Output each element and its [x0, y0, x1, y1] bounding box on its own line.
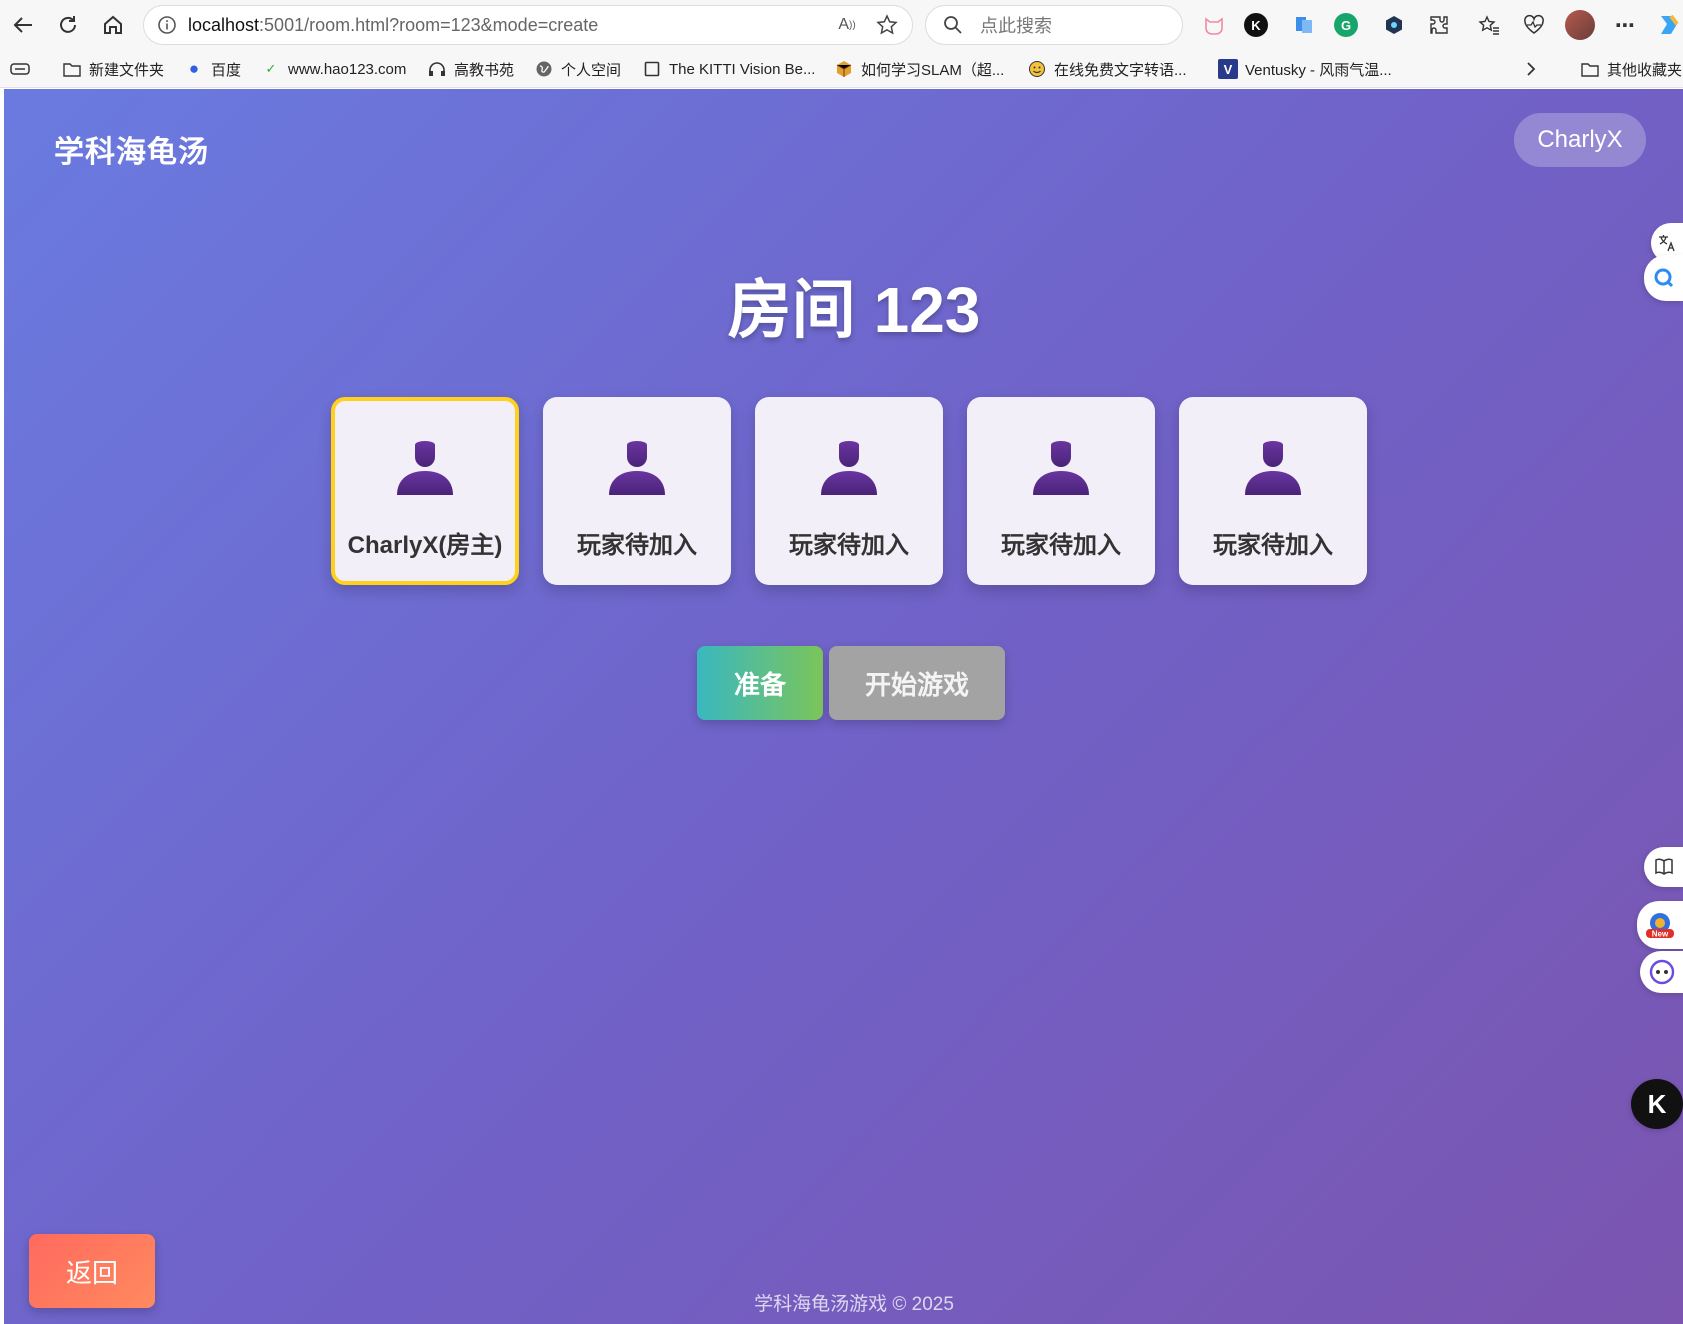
- kimi-float-icon[interactable]: K: [1631, 1079, 1683, 1129]
- box-icon: [834, 59, 854, 79]
- emoji-icon: [1027, 59, 1047, 79]
- headphones-icon: [427, 59, 447, 79]
- bookmarks-bar: 新建文件夹 ● 百度 ✓ www.hao123.com 高教书苑 个人空间 Th…: [0, 50, 1683, 88]
- room-page: 学科海龟汤 CharlyX 房间 123 CharlyX(房主) 玩家待加入 玩家…: [4, 89, 1683, 1324]
- bookmark-label: The KITTI Vision Be...: [669, 60, 816, 78]
- player-avatar-icon: [397, 441, 453, 495]
- back-arrow-icon[interactable]: [4, 6, 42, 44]
- translate-extension-icon[interactable]: [1289, 10, 1319, 40]
- search-assistant-float-icon[interactable]: [1644, 255, 1683, 301]
- globe-icon: [534, 59, 554, 79]
- player-avatar-icon: [609, 441, 665, 495]
- room-label: 房间: [727, 274, 856, 346]
- home-icon[interactable]: [94, 6, 132, 44]
- baidu-icon: ●: [188, 59, 200, 78]
- player-slot-host: CharlyX(房主): [331, 397, 519, 585]
- more-menu-icon[interactable]: ⋯: [1610, 10, 1640, 40]
- player-slot-empty: 玩家待加入: [755, 397, 943, 585]
- footer-copyright: 学科海龟汤游戏 © 2025: [754, 1294, 954, 1315]
- bookmark-label: 如何学习SLAM（超...: [861, 61, 1005, 79]
- bookmark-label: 其他收藏夹: [1607, 61, 1683, 79]
- bookmark-item[interactable]: 新建文件夹: [62, 58, 164, 80]
- address-bar[interactable]: localhost:5001/room.html?room=123&mode=c…: [143, 5, 913, 45]
- url-text[interactable]: localhost:5001/room.html?room=123&mode=c…: [188, 15, 832, 36]
- profile-avatar[interactable]: [1565, 10, 1595, 40]
- brand-logo[interactable]: 学科海龟汤: [54, 127, 209, 171]
- read-aloud-icon[interactable]: A)): [832, 10, 862, 40]
- ready-button[interactable]: 准备: [697, 646, 823, 720]
- player-name: 玩家待加入: [1213, 532, 1333, 559]
- bookmark-item[interactable]: V Ventusky - 风雨气温...: [1218, 58, 1392, 80]
- bookmark-label: 百度: [211, 61, 242, 79]
- player-slot-empty: 玩家待加入: [1179, 397, 1367, 585]
- search-box[interactable]: 点此搜索: [925, 5, 1183, 45]
- new-feature-float-icon[interactable]: New: [1637, 901, 1683, 949]
- bookmark-label: 新建文件夹: [89, 61, 165, 79]
- bookmark-label: 个人空间: [561, 61, 622, 79]
- player-slot-empty: 玩家待加入: [967, 397, 1155, 585]
- player-name: 玩家待加入: [789, 532, 909, 559]
- site-info-icon[interactable]: [156, 14, 178, 36]
- extensions-puzzle-icon[interactable]: [1424, 10, 1454, 40]
- assistant-face-float-icon[interactable]: [1640, 951, 1683, 993]
- bookmark-item[interactable]: 如何学习SLAM（超...: [834, 58, 1004, 80]
- grammarly-extension-icon[interactable]: G: [1334, 13, 1358, 37]
- folder-icon: [62, 59, 82, 79]
- reload-icon[interactable]: [49, 6, 87, 44]
- bookmark-item[interactable]: ● 百度: [184, 58, 241, 80]
- bookmark-item[interactable]: 在线免费文字转语...: [1027, 58, 1187, 80]
- player-name: CharlyX(房主): [347, 532, 503, 559]
- room-number: 123: [873, 274, 981, 346]
- user-badge[interactable]: CharlyX: [1514, 113, 1646, 167]
- folder-icon: [1580, 59, 1600, 79]
- start-game-button[interactable]: 开始游戏: [829, 646, 1005, 720]
- reader-book-float-icon[interactable]: [1644, 847, 1683, 887]
- bookmark-item[interactable]: ✓ www.hao123.com: [261, 58, 407, 80]
- bookmark-label: Ventusky - 风雨气温...: [1245, 61, 1392, 79]
- url-path: :5001/room.html?room=123&mode=create: [259, 14, 599, 35]
- player-name: 玩家待加入: [577, 532, 697, 559]
- kimi-extension-icon[interactable]: K: [1244, 13, 1268, 37]
- player-avatar-icon: [1033, 441, 1089, 495]
- room-actions: 准备 开始游戏: [697, 646, 1005, 720]
- url-host: localhost: [188, 14, 260, 35]
- hao123-icon: ✓: [265, 61, 277, 76]
- bookmark-label: 高教书苑: [454, 61, 515, 79]
- cat-extension-icon[interactable]: [1199, 10, 1229, 40]
- favorites-icon[interactable]: [1474, 10, 1504, 40]
- ventusky-icon: V: [1218, 59, 1238, 79]
- bookmark-item[interactable]: 高教书苑: [427, 58, 514, 80]
- browser-toolbar: localhost:5001/room.html?room=123&mode=c…: [0, 0, 1683, 50]
- svg-text:New: New: [1652, 930, 1669, 939]
- page-icon: [642, 59, 662, 79]
- room-title: 房间 123: [4, 259, 1683, 351]
- player-slots: CharlyX(房主) 玩家待加入 玩家待加入 玩家待加入 玩家待加入: [331, 397, 1367, 585]
- search-placeholder: 点此搜索: [980, 16, 1052, 36]
- player-avatar-icon: [1245, 441, 1301, 495]
- cube-extension-icon[interactable]: [1379, 10, 1409, 40]
- bookmark-item[interactable]: 个人空间: [534, 58, 621, 80]
- player-avatar-icon: [821, 441, 877, 495]
- reading-list-icon[interactable]: [10, 58, 30, 80]
- bookmark-item[interactable]: 其他收藏夹: [1580, 58, 1682, 80]
- player-name: 玩家待加入: [1001, 532, 1121, 559]
- player-slot-empty: 玩家待加入: [543, 397, 731, 585]
- favorite-star-icon[interactable]: [872, 10, 902, 40]
- bookmarks-overflow-chevron-icon[interactable]: [1525, 58, 1537, 80]
- bookmark-label: www.hao123.com: [288, 60, 407, 78]
- copilot-icon[interactable]: [1655, 10, 1683, 40]
- health-heart-icon[interactable]: [1519, 10, 1549, 40]
- bookmark-label: 在线免费文字转语...: [1054, 61, 1187, 79]
- bookmark-item[interactable]: The KITTI Vision Be...: [642, 58, 815, 80]
- search-icon: [942, 14, 964, 36]
